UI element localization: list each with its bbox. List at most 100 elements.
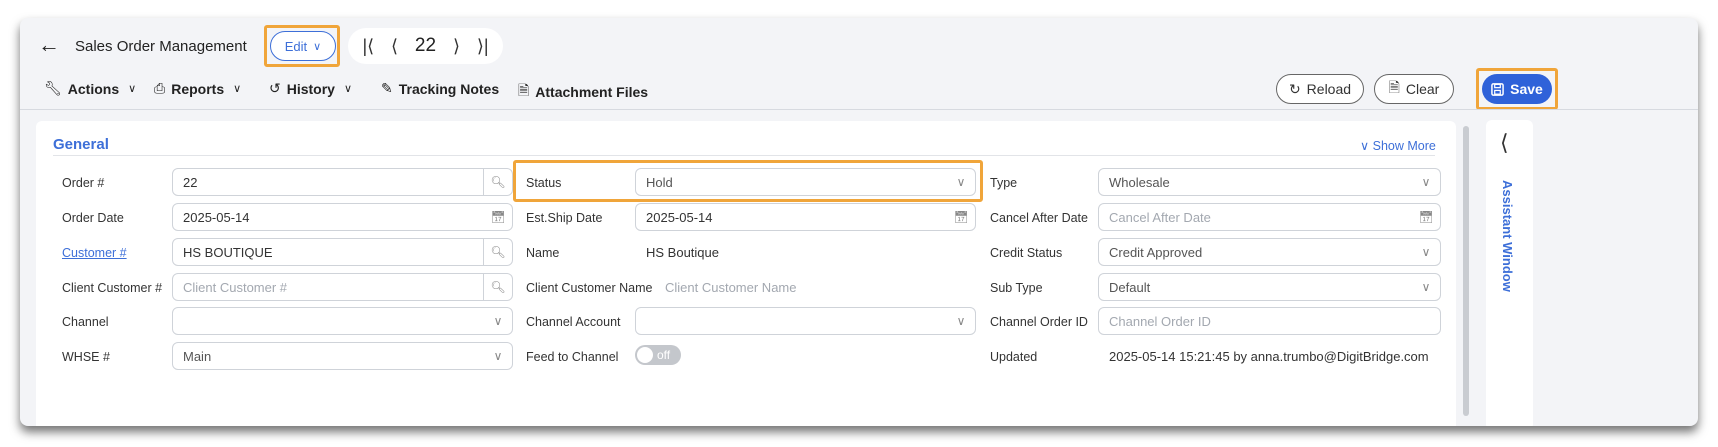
record-number: 22 (414, 35, 437, 56)
section-divider (53, 155, 1435, 156)
chevron-down-icon: ∨ (1421, 245, 1431, 259)
sub-type-value: Default (1109, 279, 1151, 295)
client-customer-name-input[interactable]: Client Customer Name (665, 280, 797, 295)
calendar-icon[interactable]: 📅︎ (484, 204, 512, 230)
type-value: Wholesale (1109, 174, 1170, 190)
last-record-icon[interactable]: ⟩| (477, 36, 489, 57)
toggle-state-label: off (657, 348, 671, 362)
chevron-down-icon: ∨ (1360, 139, 1370, 153)
chevron-down-icon: ∨ (343, 83, 353, 95)
back-arrow-icon[interactable]: ← (38, 34, 60, 56)
calendar-icon[interactable]: 📅︎ (1412, 204, 1440, 230)
cancel-after-date-label: Cancel After Date (990, 211, 1088, 225)
attachment-files-button[interactable]: 🗎︎ Attachment Files (518, 80, 648, 104)
reload-button[interactable]: ↻ Reload (1276, 74, 1364, 104)
cancel-after-date-input[interactable]: Cancel After Date 📅︎ (1098, 203, 1441, 231)
client-customer-name-label: Client Customer Name (526, 281, 653, 295)
tracking-notes-button[interactable]: ✎ Tracking Notes (381, 80, 499, 97)
toggle-knob (637, 347, 653, 363)
whse-select[interactable]: Main ∨ (172, 342, 513, 370)
chevron-down-icon: ∨ (493, 349, 503, 363)
whse-value: Main (183, 348, 212, 364)
actions-menu[interactable]: 🔧︎ Actions ∨ (44, 80, 136, 97)
channel-account-label: Channel Account (526, 315, 621, 329)
credit-status-label: Credit Status (990, 246, 1063, 260)
clear-button[interactable]: 🗎︎ Clear (1374, 74, 1454, 104)
section-title-general: General (53, 136, 109, 153)
history-icon: ↺ (269, 80, 281, 96)
tracking-notes-label: Tracking Notes (398, 80, 500, 97)
prev-record-icon[interactable]: ⟨ (391, 36, 398, 57)
record-navigator: |⟨ ⟨ 22 ⟩ ⟩| (348, 28, 503, 64)
chevron-down-icon: ∨ (1421, 280, 1431, 294)
chevron-down-icon: ∨ (493, 314, 503, 328)
search-icon[interactable]: 🔍︎ (483, 169, 512, 195)
est-ship-date-value: 2025-05-14 (646, 209, 713, 225)
feed-to-channel-toggle[interactable]: off (635, 345, 681, 365)
save-button[interactable]: Save (1482, 74, 1552, 104)
channel-label: Channel (62, 315, 109, 329)
customer-num-input[interactable]: HS BOUTIQUE 🔍︎ (172, 238, 513, 266)
top-bar: ← Sales Order Management Edit ∨ |⟨ ⟨ 22 … (20, 18, 1698, 73)
panel-scrollbar[interactable] (1463, 126, 1469, 416)
search-icon[interactable]: 🔍︎ (483, 274, 512, 300)
file-add-icon: 🗎︎ (518, 82, 530, 98)
chevron-down-icon: ∨ (128, 83, 137, 95)
order-date-label: Order Date (62, 211, 124, 225)
est-ship-date-label: Est.Ship Date (526, 211, 603, 225)
attachment-files-label: Attachment Files (535, 84, 649, 100)
client-customer-num-placeholder: Client Customer # (183, 279, 288, 295)
channel-select[interactable]: ∨ (172, 307, 513, 335)
updated-label: Updated (990, 350, 1038, 364)
edit-mode-button[interactable]: Edit ∨ (270, 31, 336, 61)
channel-order-id-label: Channel Order ID (990, 315, 1088, 329)
customer-num-link[interactable]: Customer # (62, 246, 127, 260)
client-customer-num-input[interactable]: Client Customer # 🔍︎ (172, 273, 513, 301)
reload-icon: ↻ (1288, 80, 1301, 97)
type-select[interactable]: Wholesale ∨ (1098, 168, 1441, 196)
history-menu[interactable]: ↺ History ∨ (269, 80, 352, 97)
page-title: Sales Order Management (75, 38, 247, 55)
printer-icon: ⎙ (154, 80, 166, 96)
credit-status-value: Credit Approved (1109, 244, 1203, 260)
name-value: HS Boutique (646, 245, 719, 260)
status-select[interactable]: Hold ∨ (635, 168, 976, 196)
search-icon[interactable]: 🔍︎ (483, 239, 512, 265)
est-ship-date-input[interactable]: 2025-05-14 📅︎ (635, 203, 976, 231)
chevron-down-icon: ∨ (233, 83, 242, 95)
status-label: Status (526, 176, 562, 190)
assistant-window-panel[interactable]: ⟨ Assistant Window (1486, 120, 1533, 426)
channel-account-select[interactable]: ∨ (635, 307, 976, 335)
chevron-down-icon: ∨ (956, 175, 966, 189)
order-date-value: 2025-05-14 (183, 209, 250, 225)
toolbar-divider (20, 109, 1698, 110)
order-date-input[interactable]: 2025-05-14 📅︎ (172, 203, 513, 231)
channel-order-id-placeholder: Channel Order ID (1109, 313, 1211, 329)
order-num-value: 22 (183, 174, 198, 190)
credit-status-select[interactable]: Credit Approved ∨ (1098, 238, 1441, 266)
customer-num-value: HS BOUTIQUE (183, 244, 273, 260)
chevron-left-icon[interactable]: ⟨ (1500, 130, 1509, 156)
show-more-link[interactable]: ∨ Show More (1360, 138, 1436, 153)
chevron-down-icon: ∨ (956, 314, 966, 328)
channel-order-id-input[interactable]: Channel Order ID (1098, 307, 1441, 335)
whse-label: WHSE # (62, 350, 110, 364)
app-window: ← Sales Order Management Edit ∨ |⟨ ⟨ 22 … (20, 18, 1698, 426)
reports-menu[interactable]: ⎙ Reports ∨ (154, 80, 241, 97)
next-record-icon[interactable]: ⟩ (453, 36, 460, 57)
status-value: Hold (646, 174, 673, 190)
clear-label: Clear (1405, 81, 1440, 97)
sub-type-select[interactable]: Default ∨ (1098, 273, 1441, 301)
chevron-down-icon: ∨ (313, 40, 322, 53)
reload-label: Reload (1306, 81, 1352, 97)
first-record-icon[interactable]: |⟨ (362, 36, 374, 57)
actions-label: Actions (67, 80, 120, 97)
edit-label: Edit (284, 38, 308, 54)
sub-type-label: Sub Type (990, 281, 1043, 295)
show-more-label: Show More (1372, 139, 1436, 153)
cancel-after-date-placeholder: Cancel After Date (1109, 209, 1211, 225)
save-label: Save (1510, 81, 1543, 97)
calendar-icon[interactable]: 📅︎ (947, 204, 975, 230)
order-num-input[interactable]: 22 🔍︎ (172, 168, 513, 196)
chevron-down-icon: ∨ (1421, 175, 1431, 189)
